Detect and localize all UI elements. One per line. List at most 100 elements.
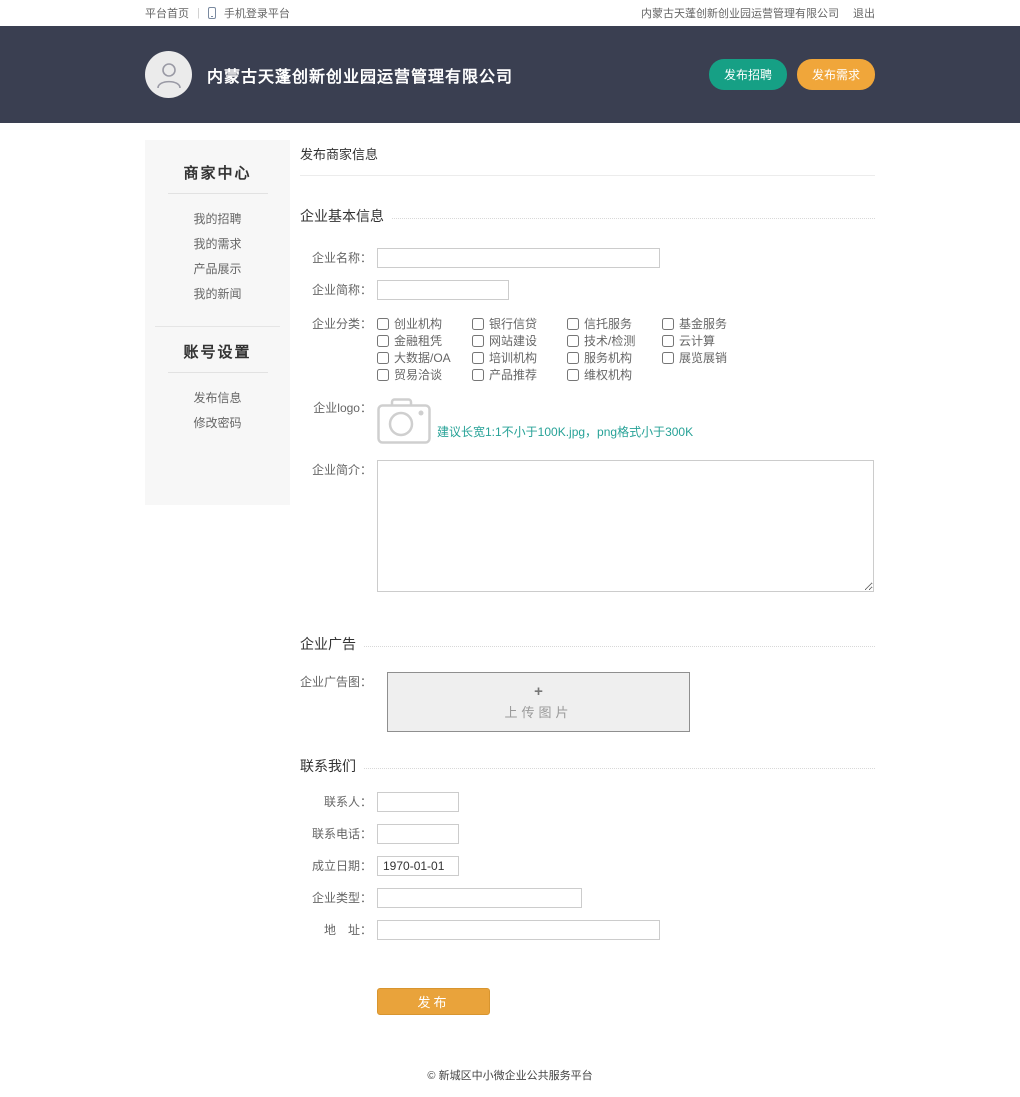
company-type-input[interactable]: [377, 888, 582, 908]
sidebar-item-publish-info[interactable]: 发布信息: [145, 385, 290, 410]
category-option[interactable]: 基金服务: [662, 316, 757, 331]
company-name-label: 企业名称：: [300, 248, 372, 268]
category-checkbox[interactable]: [472, 335, 484, 347]
footer-copyright: © 新城区中小微企业公共服务平台: [0, 1067, 1020, 1083]
category-label: 贸易洽谈: [394, 366, 442, 383]
contact-phone-input[interactable]: [377, 824, 459, 844]
logo-hint-text: 建议长宽1:1不小于100K.jpg，png格式小于300K: [437, 423, 693, 440]
avatar: [145, 51, 192, 98]
contact-person-label: 联系人：: [300, 792, 372, 812]
category-label: 云计算: [679, 332, 715, 349]
category-option[interactable]: 产品推荐: [472, 367, 567, 382]
category-label: 基金服务: [679, 315, 727, 332]
company-intro-label: 企业简介：: [300, 460, 372, 480]
section-title: 企业广告: [300, 634, 356, 654]
page-title: 发布商家信息: [300, 140, 875, 176]
address-input[interactable]: [377, 920, 660, 940]
category-label: 信托服务: [584, 315, 632, 332]
main-content: 发布商家信息 企业基本信息 企业名称： 企业简称： 企业分类： 创业机构 银行信…: [300, 140, 875, 1015]
sidebar-divider: [155, 326, 280, 327]
person-icon: [156, 61, 182, 89]
contact-person-input[interactable]: [377, 792, 459, 812]
category-label: 大数据/OA: [394, 349, 451, 366]
category-label: 服务机构: [584, 349, 632, 366]
category-option[interactable]: 银行信贷: [472, 316, 567, 331]
sidebar-item-change-password[interactable]: 修改密码: [145, 410, 290, 435]
plus-icon: +: [534, 684, 543, 699]
category-option[interactable]: 信托服务: [567, 316, 662, 331]
category-label: 维权机构: [584, 366, 632, 383]
category-checkbox[interactable]: [567, 335, 579, 347]
category-label: 展览展销: [679, 349, 727, 366]
category-option[interactable]: 维权机构: [567, 367, 662, 382]
category-option[interactable]: 培训机构: [472, 350, 567, 365]
publish-job-button[interactable]: 发布招聘: [709, 59, 787, 90]
phone-icon: [208, 7, 216, 19]
mobile-login-link[interactable]: 手机登录平台: [224, 5, 290, 21]
founding-date-input[interactable]: [377, 856, 459, 876]
sidebar-item-my-news[interactable]: 我的新闻: [145, 281, 290, 306]
page-header: 内蒙古天蓬创新创业园运营管理有限公司 发布招聘 发布需求: [0, 26, 1020, 123]
sidebar: 商家中心 我的招聘 我的需求 产品展示 我的新闻 账号设置 发布信息 修改密码: [145, 140, 290, 505]
category-option[interactable]: 展览展销: [662, 350, 757, 365]
sidebar-item-my-jobs[interactable]: 我的招聘: [145, 206, 290, 231]
ad-image-label: 企业广告图：: [300, 672, 372, 692]
company-type-label: 企业类型：: [300, 888, 372, 908]
company-name-input[interactable]: [377, 248, 660, 268]
home-link[interactable]: 平台首页: [145, 5, 189, 21]
category-option[interactable]: 大数据/OA: [377, 350, 472, 365]
category-checkbox[interactable]: [472, 318, 484, 330]
category-option[interactable]: 服务机构: [567, 350, 662, 365]
category-label: 创业机构: [394, 315, 442, 332]
category-label: 网站建设: [489, 332, 537, 349]
sidebar-item-my-needs[interactable]: 我的需求: [145, 231, 290, 256]
topbar-divider: |: [197, 7, 200, 19]
category-checkbox[interactable]: [377, 318, 389, 330]
sidebar-item-products[interactable]: 产品展示: [145, 256, 290, 281]
topbar: 平台首页 | 手机登录平台 内蒙古天蓬创新创业园运营管理有限公司 退出: [0, 0, 1020, 26]
topbar-company-name: 内蒙古天蓬创新创业园运营管理有限公司: [641, 5, 839, 21]
category-checkbox[interactable]: [567, 369, 579, 381]
category-checkbox[interactable]: [377, 335, 389, 347]
category-checkbox[interactable]: [662, 352, 674, 364]
company-short-name-label: 企业简称：: [300, 280, 372, 300]
company-intro-textarea[interactable]: [377, 460, 874, 592]
dotted-rule: [364, 768, 875, 769]
category-checkbox[interactable]: [567, 318, 579, 330]
category-checkbox-grid: 创业机构 银行信贷 信托服务 基金服务 金融租凭 网站建设 技术/检测 云计算 …: [377, 316, 757, 382]
category-checkbox[interactable]: [567, 352, 579, 364]
section-company-ad: 企业广告: [300, 634, 875, 654]
founding-date-label: 成立日期：: [300, 856, 372, 876]
category-label: 金融租凭: [394, 332, 442, 349]
company-short-name-input[interactable]: [377, 280, 509, 300]
upload-image-text: 上传图片: [504, 702, 572, 721]
ad-image-upload-box[interactable]: + 上传图片: [387, 672, 690, 732]
company-category-label: 企业分类：: [300, 314, 372, 334]
category-checkbox[interactable]: [662, 318, 674, 330]
category-option[interactable]: 网站建设: [472, 333, 567, 348]
camera-icon[interactable]: [377, 398, 431, 444]
category-option[interactable]: 贸易洽谈: [377, 367, 472, 382]
category-label: 培训机构: [489, 349, 537, 366]
section-contact-us: 联系我们: [300, 756, 875, 776]
category-checkbox[interactable]: [662, 335, 674, 347]
category-option[interactable]: 云计算: [662, 333, 757, 348]
address-label: 地 址：: [300, 920, 372, 940]
category-option[interactable]: 创业机构: [377, 316, 472, 331]
section-title: 企业基本信息: [300, 206, 384, 226]
category-label: 产品推荐: [489, 366, 537, 383]
sidebar-divider: [168, 372, 268, 373]
logout-link[interactable]: 退出: [853, 5, 875, 21]
category-checkbox[interactable]: [377, 352, 389, 364]
company-title: 内蒙古天蓬创新创业园运营管理有限公司: [207, 63, 513, 87]
company-logo-label: 企业logo：: [300, 398, 372, 418]
category-checkbox[interactable]: [472, 352, 484, 364]
publish-submit-button[interactable]: 发布: [377, 988, 490, 1015]
category-checkbox[interactable]: [472, 369, 484, 381]
sidebar-section-merchant-center: 商家中心: [145, 154, 290, 193]
dotted-rule: [392, 218, 875, 219]
category-option[interactable]: 金融租凭: [377, 333, 472, 348]
category-checkbox[interactable]: [377, 369, 389, 381]
publish-need-button[interactable]: 发布需求: [797, 59, 875, 90]
category-option[interactable]: 技术/检测: [567, 333, 662, 348]
